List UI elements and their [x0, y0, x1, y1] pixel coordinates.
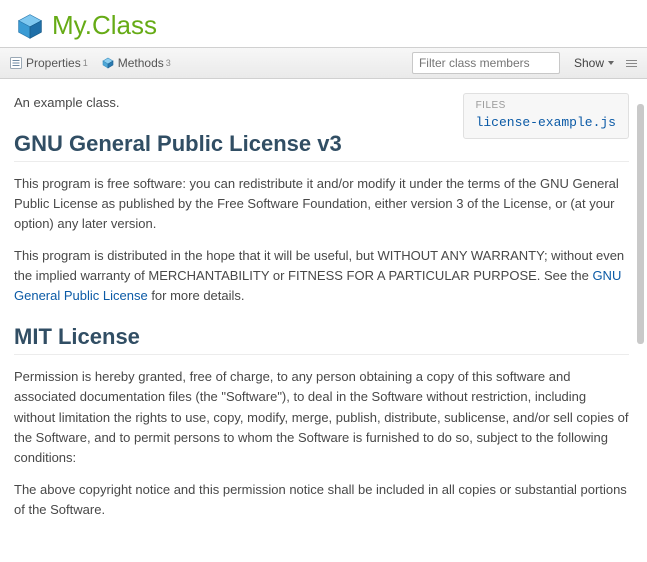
- mit-heading: MIT License: [14, 324, 629, 355]
- file-link[interactable]: license-example.js: [476, 115, 616, 130]
- files-box: FILES license-example.js: [463, 93, 629, 139]
- expand-all-icon[interactable]: [626, 60, 637, 67]
- properties-count: 1: [83, 58, 88, 68]
- cube-icon: [16, 12, 44, 40]
- gnu-p1: This program is free software: you can r…: [14, 174, 629, 234]
- show-dropdown[interactable]: Show: [574, 56, 614, 70]
- methods-tab[interactable]: Methods 3: [102, 56, 171, 70]
- methods-count: 3: [166, 58, 171, 68]
- scrollbar-thumb[interactable]: [637, 104, 644, 344]
- show-label: Show: [574, 56, 604, 70]
- properties-icon: [10, 57, 22, 69]
- chevron-down-icon: [608, 61, 614, 65]
- content-area: FILES license-example.js An example clas…: [0, 79, 647, 551]
- gnu-p2: This program is distributed in the hope …: [14, 246, 629, 306]
- mit-p1: Permission is hereby granted, free of ch…: [14, 367, 629, 468]
- methods-icon: [102, 57, 114, 69]
- gnu-p2-text-a: This program is distributed in the hope …: [14, 248, 624, 283]
- class-header: My.Class: [0, 0, 647, 47]
- class-title: My.Class: [52, 10, 157, 41]
- properties-label: Properties: [26, 56, 81, 70]
- properties-tab[interactable]: Properties 1: [10, 56, 88, 70]
- methods-label: Methods: [118, 56, 164, 70]
- files-title: FILES: [476, 100, 616, 111]
- filter-input[interactable]: [412, 52, 560, 74]
- mit-p2: The above copyright notice and this perm…: [14, 480, 629, 520]
- member-toolbar: Properties 1 Methods 3 Show: [0, 47, 647, 79]
- gnu-p2-text-b: for more details.: [148, 288, 245, 303]
